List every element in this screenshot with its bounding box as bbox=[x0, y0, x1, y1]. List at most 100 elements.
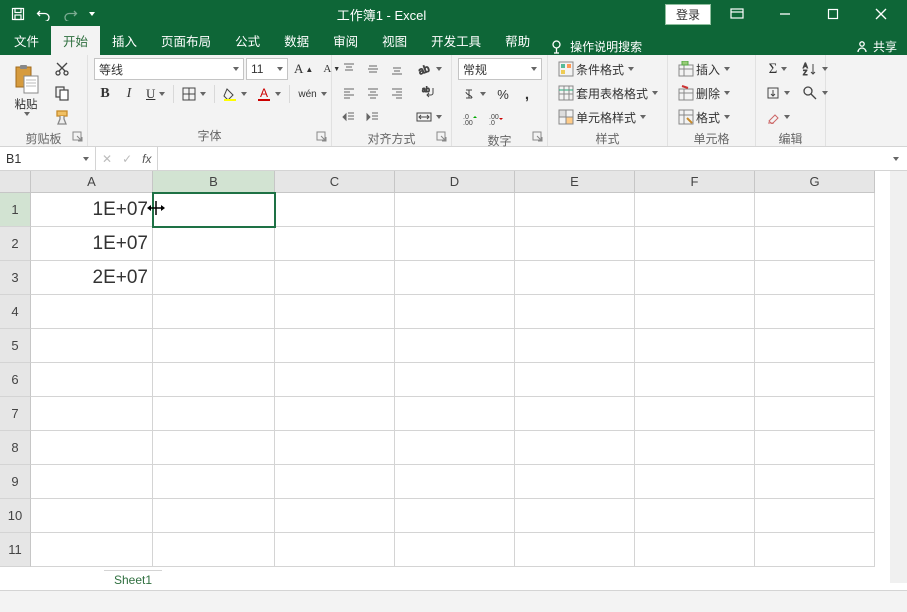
cancel-formula-icon[interactable]: ✕ bbox=[102, 152, 112, 166]
ribbon-display-icon[interactable] bbox=[715, 3, 759, 25]
autosum-icon[interactable]: Σ bbox=[762, 58, 794, 80]
cell[interactable] bbox=[31, 499, 153, 533]
cell[interactable] bbox=[395, 397, 515, 431]
cell[interactable] bbox=[635, 193, 755, 227]
paste-button[interactable]: 粘贴 bbox=[6, 58, 46, 122]
cell[interactable] bbox=[395, 295, 515, 329]
cell[interactable] bbox=[31, 363, 153, 397]
cut-icon[interactable] bbox=[50, 58, 74, 80]
cell[interactable] bbox=[275, 295, 395, 329]
row-header-2[interactable]: 2 bbox=[0, 227, 31, 261]
cell[interactable] bbox=[755, 227, 875, 261]
cell[interactable] bbox=[515, 295, 635, 329]
column-headers[interactable]: ABCDEFG bbox=[31, 171, 890, 193]
cell[interactable] bbox=[153, 261, 275, 295]
cell[interactable] bbox=[635, 329, 755, 363]
share-button[interactable]: 共享 bbox=[855, 38, 907, 55]
align-right-icon[interactable] bbox=[386, 82, 408, 104]
col-header-F[interactable]: F bbox=[635, 171, 755, 193]
row-header-11[interactable]: 11 bbox=[0, 533, 31, 567]
cell[interactable] bbox=[153, 193, 275, 227]
find-select-icon[interactable] bbox=[798, 82, 832, 104]
qat-customize-icon[interactable] bbox=[84, 2, 98, 26]
cell[interactable] bbox=[515, 431, 635, 465]
col-header-B[interactable]: B bbox=[153, 171, 275, 193]
increase-indent-icon[interactable] bbox=[362, 106, 384, 128]
cell[interactable] bbox=[275, 363, 395, 397]
cell[interactable] bbox=[755, 533, 875, 567]
tab-developer[interactable]: 开发工具 bbox=[419, 26, 493, 55]
cell[interactable] bbox=[275, 227, 395, 261]
format-as-table-button[interactable]: 套用表格格式 bbox=[554, 82, 662, 104]
cell[interactable] bbox=[153, 295, 275, 329]
merge-center-icon[interactable] bbox=[412, 106, 446, 128]
enter-formula-icon[interactable]: ✓ bbox=[122, 152, 132, 166]
cell[interactable] bbox=[31, 533, 153, 567]
align-center-icon[interactable] bbox=[362, 82, 384, 104]
cell[interactable] bbox=[153, 363, 275, 397]
row-header-8[interactable]: 8 bbox=[0, 431, 31, 465]
cell[interactable] bbox=[395, 431, 515, 465]
underline-button[interactable]: U bbox=[142, 83, 169, 105]
cell[interactable] bbox=[515, 261, 635, 295]
cell[interactable] bbox=[515, 329, 635, 363]
cell[interactable] bbox=[635, 295, 755, 329]
col-header-C[interactable]: C bbox=[275, 171, 395, 193]
decrease-decimal-icon[interactable]: .00.0 bbox=[484, 108, 508, 130]
cell[interactable] bbox=[515, 397, 635, 431]
insert-cells-button[interactable]: 插入 bbox=[674, 58, 750, 80]
cell[interactable] bbox=[275, 329, 395, 363]
redo-icon[interactable] bbox=[58, 2, 82, 26]
cell[interactable] bbox=[275, 533, 395, 567]
cell[interactable] bbox=[275, 397, 395, 431]
tab-layout[interactable]: 页面布局 bbox=[149, 26, 223, 55]
cell[interactable] bbox=[395, 329, 515, 363]
cell[interactable] bbox=[515, 533, 635, 567]
cell[interactable] bbox=[275, 261, 395, 295]
cell[interactable] bbox=[755, 329, 875, 363]
number-format-combo[interactable]: 常规 bbox=[458, 58, 542, 80]
cell[interactable] bbox=[275, 465, 395, 499]
cell[interactable] bbox=[755, 499, 875, 533]
clipboard-launcher-icon[interactable] bbox=[72, 131, 84, 143]
expand-formula-icon[interactable] bbox=[883, 147, 907, 170]
col-header-E[interactable]: E bbox=[515, 171, 635, 193]
font-size-combo[interactable]: 11 bbox=[246, 58, 288, 80]
col-header-D[interactable]: D bbox=[395, 171, 515, 193]
cell[interactable] bbox=[153, 499, 275, 533]
accounting-format-icon[interactable] bbox=[458, 83, 490, 105]
sort-filter-icon[interactable]: AZ bbox=[798, 58, 832, 80]
cell[interactable] bbox=[755, 261, 875, 295]
fx-icon[interactable]: fx bbox=[142, 152, 151, 166]
tell-me-search[interactable]: 操作说明搜索 bbox=[542, 38, 650, 55]
row-header-9[interactable]: 9 bbox=[0, 465, 31, 499]
cell[interactable] bbox=[515, 363, 635, 397]
cell[interactable] bbox=[635, 465, 755, 499]
cell[interactable] bbox=[635, 431, 755, 465]
wrap-text-icon[interactable]: ab bbox=[412, 82, 446, 104]
cell[interactable] bbox=[275, 499, 395, 533]
format-painter-icon[interactable] bbox=[50, 106, 74, 128]
phonetic-guide-icon[interactable]: wén bbox=[294, 83, 330, 105]
cell[interactable] bbox=[755, 295, 875, 329]
cell[interactable] bbox=[755, 397, 875, 431]
cell[interactable] bbox=[515, 499, 635, 533]
minimize-icon[interactable] bbox=[763, 3, 807, 25]
cell[interactable] bbox=[395, 193, 515, 227]
cell[interactable] bbox=[31, 295, 153, 329]
cell[interactable] bbox=[755, 465, 875, 499]
cell[interactable] bbox=[515, 227, 635, 261]
border-icon[interactable] bbox=[178, 83, 210, 105]
cell[interactable] bbox=[31, 431, 153, 465]
cell[interactable] bbox=[31, 329, 153, 363]
cells-grid[interactable]: 1E+071E+072E+07 bbox=[31, 193, 890, 583]
cell[interactable] bbox=[755, 431, 875, 465]
cell[interactable] bbox=[31, 465, 153, 499]
row-header-1[interactable]: 1 bbox=[0, 193, 31, 227]
cell[interactable] bbox=[635, 499, 755, 533]
font-color-icon[interactable]: A bbox=[253, 83, 285, 105]
cell[interactable] bbox=[755, 363, 875, 397]
orientation-icon[interactable]: ab bbox=[412, 58, 446, 80]
tab-review[interactable]: 审阅 bbox=[321, 26, 370, 55]
cell[interactable] bbox=[395, 261, 515, 295]
